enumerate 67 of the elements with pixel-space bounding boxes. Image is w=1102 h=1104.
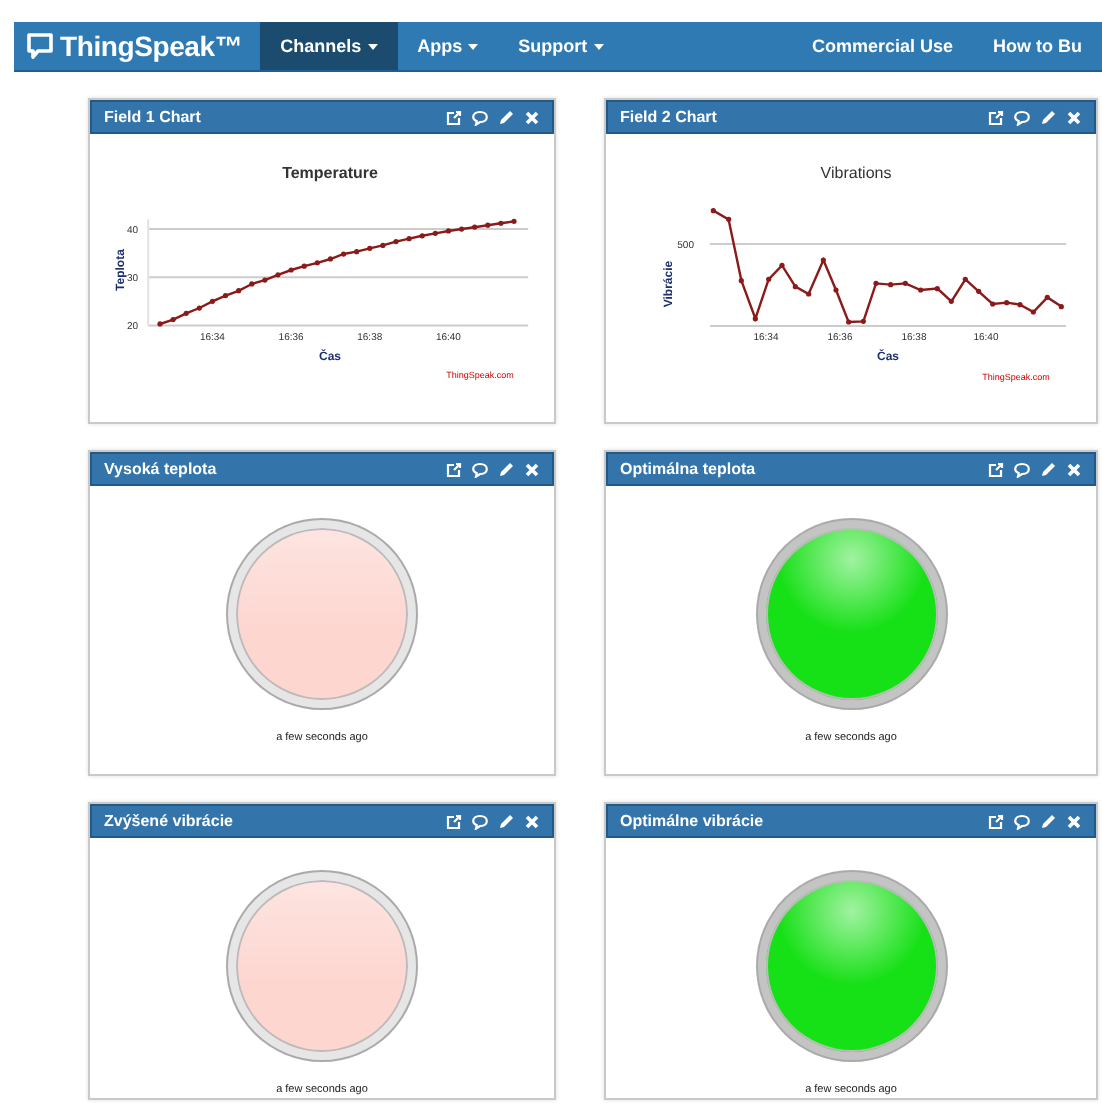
external-link-icon[interactable] xyxy=(446,461,462,477)
data-point xyxy=(209,298,216,304)
panel-title: Field 1 Chart xyxy=(104,108,203,126)
nav-menu-item[interactable]: Channels xyxy=(260,22,398,70)
data-point xyxy=(301,263,307,269)
chart-title: Temperature xyxy=(282,164,378,182)
pencil-icon[interactable] xyxy=(498,461,514,477)
data-point xyxy=(406,236,412,242)
comment-icon[interactable] xyxy=(1014,461,1030,477)
pencil-icon[interactable] xyxy=(1040,461,1056,477)
close-icon[interactable] xyxy=(524,109,540,125)
external-link-icon[interactable] xyxy=(988,109,1004,125)
data-point xyxy=(367,245,373,251)
close-icon[interactable] xyxy=(1066,813,1082,829)
data-point xyxy=(445,228,452,234)
data-point xyxy=(498,220,504,226)
comment-icon[interactable] xyxy=(472,461,488,477)
close-icon[interactable] xyxy=(524,461,540,477)
panel-title: Zvýšené vibrácie xyxy=(104,812,235,830)
logo-text[interactable]: ThingSpeak™ xyxy=(60,30,243,62)
close-icon[interactable] xyxy=(1066,461,1082,477)
data-point xyxy=(288,267,294,273)
data-point xyxy=(419,233,425,239)
panel-title: Vysoká teplota xyxy=(104,460,219,478)
data-point xyxy=(485,222,491,228)
data-point xyxy=(380,242,386,248)
comment-icon[interactable] xyxy=(1014,813,1030,829)
external-link-icon[interactable] xyxy=(988,461,1004,477)
nav-menu-item[interactable]: Support xyxy=(498,22,624,70)
panel-title: Optimálne vibrácie xyxy=(620,812,766,830)
close-icon[interactable] xyxy=(1066,109,1082,125)
data-point xyxy=(170,317,176,323)
data-point xyxy=(354,249,360,255)
comment-icon[interactable] xyxy=(472,109,488,125)
external-link-icon[interactable] xyxy=(446,813,462,829)
data-point xyxy=(262,277,268,283)
data-point xyxy=(196,305,202,311)
data-point xyxy=(183,310,189,316)
data-point xyxy=(222,292,229,299)
data-point xyxy=(458,226,465,232)
data-point xyxy=(236,288,242,294)
pencil-icon[interactable] xyxy=(1040,813,1056,829)
data-point xyxy=(340,251,347,257)
data-point xyxy=(393,238,399,245)
panel-title: Optimálna teplota xyxy=(620,460,758,478)
data-point xyxy=(157,321,163,327)
speech-bubble-icon xyxy=(26,32,54,60)
pencil-icon[interactable] xyxy=(1040,109,1056,125)
comment-icon[interactable] xyxy=(1014,109,1030,125)
nav-link[interactable]: How to Bu xyxy=(973,22,1102,70)
external-link-icon[interactable] xyxy=(988,813,1004,829)
data-point xyxy=(249,281,255,287)
close-icon[interactable] xyxy=(524,813,540,829)
data-point xyxy=(472,224,478,230)
data-point xyxy=(511,218,517,224)
data-point xyxy=(314,260,320,266)
data-point xyxy=(275,272,281,278)
nav-link[interactable]: Commercial Use xyxy=(791,22,973,70)
comment-icon[interactable] xyxy=(472,813,488,829)
chart-title: Vibrations xyxy=(820,164,892,182)
external-link-icon[interactable] xyxy=(446,109,462,125)
data-point xyxy=(327,256,334,262)
pencil-icon[interactable] xyxy=(498,813,514,829)
nav-menu-item[interactable]: Apps xyxy=(397,22,499,70)
pencil-icon[interactable] xyxy=(498,109,514,125)
panel-title: Field 2 Chart xyxy=(620,108,719,126)
data-point xyxy=(432,230,438,236)
